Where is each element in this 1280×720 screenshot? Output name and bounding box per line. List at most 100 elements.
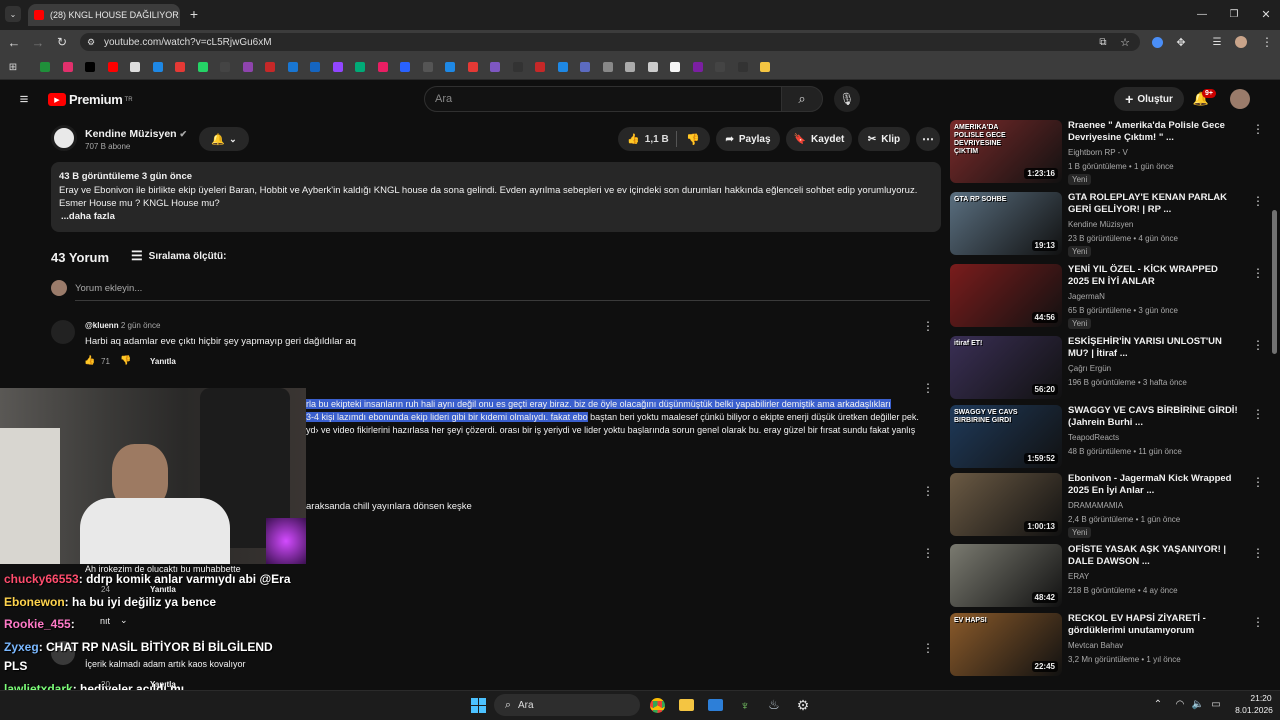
video-title[interactable]: ESKİŞEHİR'İN YARISI UNLOST'UN MU? | İtir…	[1068, 336, 1238, 360]
search-input[interactable]: Ara	[424, 86, 782, 112]
like-button[interactable]: 👍 1,1 B	[622, 127, 674, 151]
replies-toggle[interactable]: nıt ⌄	[100, 615, 128, 626]
video-title[interactable]: RECKOL EV HAPSİ ZİYARETİ - gördüklerimi …	[1068, 613, 1238, 637]
bookmark-icon[interactable]	[512, 62, 523, 72]
comment-dislike-icon[interactable]: 👎	[120, 355, 131, 366]
video-menu-icon[interactable]: ⋮	[1252, 266, 1264, 280]
microphone-icon[interactable]: 🎙	[834, 86, 860, 112]
bookmark-icon[interactable]	[490, 62, 500, 72]
bookmark-icon[interactable]	[310, 62, 320, 72]
bookmark-star-icon[interactable]: ☆	[1118, 35, 1132, 49]
video-channel[interactable]: ERAY	[1068, 572, 1089, 581]
comment-like-icon[interactable]: 👍	[84, 355, 95, 366]
recommended-video[interactable]: 48:42 OFİSTE YASAK AŞK YAŞANIYOR! | DALE…	[950, 544, 1264, 608]
video-channel[interactable]: TeapodReacts	[1068, 433, 1119, 442]
install-icon[interactable]: ⧉	[1096, 35, 1110, 49]
recommended-video[interactable]: AMERIKA'DA POLISLE GECE DEVRIYESINE ÇIKT…	[950, 120, 1264, 185]
back-arrow-icon[interactable]: ←	[6, 34, 22, 50]
tab-list-button[interactable]: ⌄	[5, 6, 21, 22]
bookmark-icon[interactable]	[535, 62, 545, 72]
bookmark-icon[interactable]	[467, 62, 478, 72]
search-icon[interactable]: ⌕	[781, 86, 823, 112]
bookmark-icon[interactable]	[242, 62, 253, 72]
bookmark-icon[interactable]	[377, 62, 388, 72]
clock-date[interactable]: 8.01.2026	[1232, 705, 1276, 715]
video-thumbnail[interactable]: itiraf ET! 56:20	[950, 336, 1062, 399]
site-info-icon[interactable]: ⚙	[84, 35, 98, 49]
bookmark-icon[interactable]	[737, 62, 748, 72]
description-more-link[interactable]: ...daha fazla	[61, 210, 933, 223]
steam-icon[interactable]: ♨	[765, 696, 783, 714]
bookmark-icon[interactable]	[400, 62, 410, 72]
sidebar-scrollbar[interactable]	[1272, 210, 1277, 354]
clip-button[interactable]: ✂ Klip	[858, 127, 910, 151]
comment-menu-icon[interactable]: ⋮	[922, 319, 934, 333]
channel-avatar[interactable]	[51, 125, 77, 151]
bookmark-icon[interactable]	[760, 62, 770, 72]
recommended-video[interactable]: 1:00:13 Ebonivon - JagermaN Kick Wrapped…	[950, 473, 1264, 538]
app-taskbar-icon[interactable]: ♆	[736, 696, 754, 714]
chrome-taskbar-icon[interactable]	[648, 696, 666, 714]
youtube-logo[interactable]: ▶ Premium TR	[48, 92, 133, 107]
reload-icon[interactable]: ↻	[54, 34, 70, 50]
subscribed-bell-button[interactable]: 🔔 ⌄	[199, 127, 249, 151]
profile-avatar-icon[interactable]	[1234, 35, 1248, 49]
video-thumbnail[interactable]: SWAGGY VE CAVS BIRBIRINE GIRDI 1:59:52	[950, 405, 1062, 468]
settings-gear-icon[interactable]: ⚙	[794, 696, 812, 714]
video-title[interactable]: Ebonivon - JagermaN Kick Wrapped 2025 En…	[1068, 473, 1238, 497]
bookmark-icon[interactable]	[625, 62, 635, 72]
video-channel[interactable]: JagermaN	[1068, 292, 1105, 301]
comment-menu-icon[interactable]: ⋮	[922, 484, 934, 498]
bookmark-icon[interactable]	[152, 62, 163, 72]
account-avatar[interactable]	[1230, 89, 1250, 109]
recommended-video[interactable]: GTA RP SOHBE 19:13 GTA ROLEPLAY'E KENAN …	[950, 192, 1264, 257]
bookmark-icon[interactable]	[647, 62, 658, 72]
video-title[interactable]: SWAGGY VE CAVS BİRBİRİNE GİRDİ! (Jahrein…	[1068, 405, 1238, 429]
comment-menu-icon[interactable]: ⋮	[922, 641, 934, 655]
bookmark-icon[interactable]	[197, 62, 208, 72]
bookmark-icon[interactable]	[692, 62, 703, 72]
share-button[interactable]: ➦ Paylaş	[716, 127, 780, 151]
comment-reply-button[interactable]: Yanıtla	[150, 585, 176, 594]
reading-list-icon[interactable]: ☰	[1210, 35, 1224, 49]
tray-chevron-up-icon[interactable]: ⌃	[1152, 698, 1164, 710]
comment-reply-button[interactable]: Yanıtla	[150, 357, 176, 366]
volume-icon[interactable]: 🔈	[1192, 698, 1204, 710]
minimize-button[interactable]: —	[1194, 6, 1210, 22]
clock-time[interactable]: 21:20	[1246, 693, 1276, 703]
video-menu-icon[interactable]: ⋮	[1252, 194, 1264, 208]
bookmark-icon[interactable]	[287, 62, 298, 72]
file-explorer-icon[interactable]	[677, 696, 695, 714]
video-title[interactable]: Rraenee " Amerika'da Polisle Gece Devriy…	[1068, 120, 1238, 144]
comment-menu-icon[interactable]: ⋮	[922, 546, 934, 560]
video-channel[interactable]: DRAMAMAMIA	[1068, 501, 1123, 510]
extensions-puzzle-icon[interactable]: ✥	[1174, 35, 1188, 49]
forward-arrow-icon[interactable]: →	[30, 34, 46, 50]
new-tab-button[interactable]: +	[186, 6, 202, 22]
recommended-video[interactable]: 44:56 YENİ YIL ÖZEL - KİCK WRAPPED 2025 …	[950, 264, 1264, 329]
video-channel[interactable]: Eightborn RP - V	[1068, 148, 1128, 157]
bookmark-icon[interactable]	[130, 62, 140, 72]
create-button[interactable]: + Oluştur	[1114, 87, 1184, 111]
bookmark-icon[interactable]	[265, 62, 275, 72]
dislike-thumbs-down-icon[interactable]: 👎	[682, 127, 704, 151]
bookmark-icon[interactable]	[107, 62, 118, 72]
recommended-video[interactable]: EV HAPSI 22:45 RECKOL EV HAPSİ ZİYARETİ …	[950, 613, 1264, 677]
description-box[interactable]: 43 B görüntüleme 3 gün önce Eray ve Ebon…	[51, 162, 941, 232]
bookmark-icon[interactable]	[62, 62, 73, 72]
browser-menu-icon[interactable]: ⋮	[1260, 35, 1274, 49]
bookmark-icon[interactable]	[557, 62, 568, 72]
browser-tab-active[interactable]: (28) KNGL HOUSE DAĞILIYOR ! ✕	[28, 4, 180, 26]
video-thumbnail[interactable]: AMERIKA'DA POLISLE GECE DEVRIYESINE ÇIKT…	[950, 120, 1062, 183]
wifi-icon[interactable]: ◠	[1174, 698, 1186, 710]
video-menu-icon[interactable]: ⋮	[1252, 407, 1264, 421]
bookmark-icon[interactable]	[220, 62, 230, 72]
close-window-button[interactable]: ✕	[1258, 6, 1274, 22]
comment-author[interactable]: @kluenn 2 gün önce	[85, 321, 160, 330]
video-channel[interactable]: Mevtcan Bahav	[1068, 641, 1123, 650]
video-thumbnail[interactable]: GTA RP SOHBE 19:13	[950, 192, 1062, 255]
video-menu-icon[interactable]: ⋮	[1252, 122, 1264, 136]
recommended-video[interactable]: SWAGGY VE CAVS BIRBIRINE GIRDI 1:59:52 S…	[950, 405, 1264, 469]
video-menu-icon[interactable]: ⋮	[1252, 546, 1264, 560]
sort-button[interactable]: ☰ Sıralama ölçütü:	[131, 248, 226, 264]
